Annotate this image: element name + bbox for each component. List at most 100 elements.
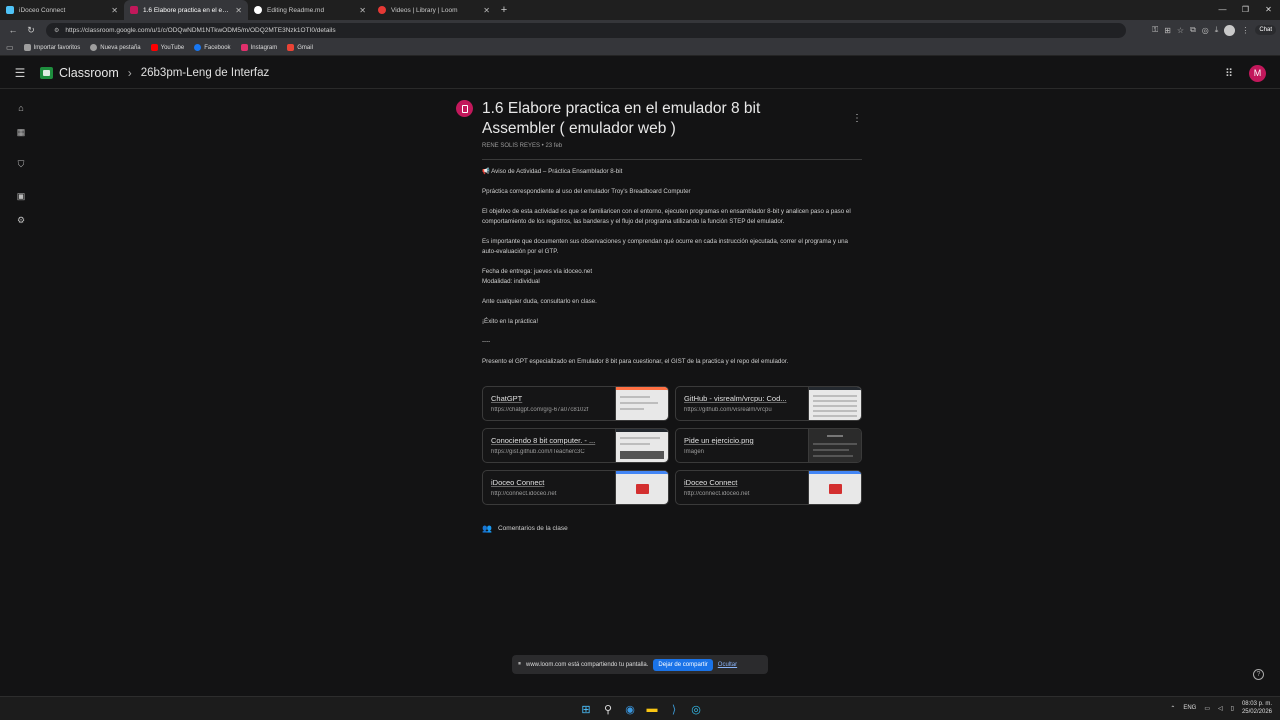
minimize-icon[interactable]: — — [1211, 0, 1234, 20]
assignment-meta: RENE SOLIS REYES • 23 feb — [482, 143, 563, 149]
attachment-title: iDoceo Connect — [684, 478, 738, 487]
tab-title: iDoceo Connect — [19, 6, 66, 14]
attachment-title: Conociendo 8 bit computer. - ... — [491, 436, 596, 445]
main-menu-icon[interactable]: ☰ — [0, 66, 40, 80]
attachment-thumbnail — [615, 471, 668, 504]
language-indicator[interactable]: ENG — [1183, 705, 1196, 711]
attachment-thumbnail — [615, 387, 668, 420]
attachment-card[interactable]: Pide un ejercicio.png Imagen — [675, 428, 862, 463]
app-name[interactable]: Classroom — [59, 66, 119, 80]
reload-icon[interactable]: ↻ — [22, 25, 40, 36]
bookmark-star-icon[interactable]: ☆ — [1177, 26, 1184, 35]
attachment-subtitle: http://connect.idoceo.net — [491, 491, 557, 497]
window-controls: — ❐ ✕ — [1211, 0, 1280, 20]
file-explorer-icon[interactable]: ▬ — [644, 701, 660, 717]
site-info-icon[interactable]: ⚙ — [54, 27, 59, 34]
description-heading: 📢 Aviso de Actividad – Práctica Ensambla… — [482, 168, 623, 175]
tab-loom[interactable]: Videos | Library | Loom ✕ — [372, 0, 496, 20]
close-tab-icon[interactable]: ✕ — [235, 6, 242, 15]
settings-icon[interactable]: ⚙ — [15, 214, 27, 226]
close-tab-icon[interactable]: ✕ — [483, 6, 490, 15]
attachment-thumbnail — [615, 429, 668, 462]
folder-icon — [23, 44, 31, 51]
hide-button[interactable]: Ocultar — [718, 662, 737, 668]
windows-start-icon[interactable]: ⊞ — [578, 701, 594, 717]
tab-search-icon[interactable]: ▭ — [6, 43, 14, 52]
attachment-card[interactable]: ChatGPT https://chatgpt.com/g/g-67a07c81… — [482, 386, 669, 421]
close-tab-icon[interactable]: ✕ — [359, 6, 366, 15]
bookmark-import[interactable]: Importar favoritos — [23, 44, 81, 51]
copilot-icon[interactable]: ◎ — [1202, 26, 1209, 35]
restore-icon[interactable]: ❐ — [1234, 0, 1257, 20]
description-paragraph: Es importante que documenten sus observa… — [482, 238, 848, 255]
attachment-card[interactable]: GitHub - visrealm/vrcpu: Cod... https://… — [675, 386, 862, 421]
install-icon[interactable]: ⊞ — [1164, 26, 1171, 35]
stop-sharing-button[interactable]: Dejar de compartir — [653, 658, 713, 671]
profile-avatar[interactable] — [1224, 24, 1236, 36]
back-icon[interactable]: ← — [4, 25, 22, 35]
browser-icon[interactable]: ◎ — [688, 701, 704, 717]
bookmark-instagram[interactable]: Instagram — [240, 44, 278, 51]
bookmark-label: Importar favoritos — [33, 44, 81, 51]
key-icon[interactable]: ⚿ — [1152, 25, 1158, 35]
tab-title: 1.6 Elabore practica en el emulado — [143, 6, 232, 14]
more-options-icon[interactable]: ⋮ — [852, 113, 862, 124]
chevron-right-icon: › — [127, 65, 132, 80]
bookmark-label: Facebook — [204, 44, 231, 51]
enrolled-icon[interactable]: ⛉ — [15, 158, 27, 170]
url-text: https://classroom.google.com/u/1/c/ODQwN… — [65, 26, 336, 34]
clock[interactable]: 08:03 p. m. 25/02/2026 — [1242, 700, 1272, 716]
bookmark-facebook[interactable]: Facebook — [194, 44, 231, 51]
help-icon[interactable]: ? — [1253, 669, 1264, 680]
bookmark-label: YouTube — [160, 44, 185, 51]
attachment-subtitle: https://gist.github.com/ITeacherc3C — [491, 449, 585, 455]
new-tab-icon[interactable]: + — [496, 0, 512, 20]
bookmark-youtube[interactable]: YouTube — [150, 44, 185, 51]
calendar-icon[interactable]: ▦ — [15, 126, 27, 138]
bookmark-gmail[interactable]: Gmail — [287, 44, 313, 51]
attachment-card[interactable]: iDoceo Connect http://connect.idoceo.net — [482, 470, 669, 505]
attachment-title: iDoceo Connect — [491, 478, 545, 487]
description-paragraph: Ante cualquier duda, consultarlo en clas… — [482, 298, 597, 305]
edge-icon[interactable]: ◉ — [622, 701, 638, 717]
tab-classroom[interactable]: 1.6 Elabore practica en el emulado ✕ — [124, 0, 248, 20]
url-field[interactable]: ⚙ https://classroom.google.com/u/1/c/ODQ… — [46, 22, 1126, 38]
network-icon[interactable]: ▭ — [1204, 705, 1210, 712]
assignment-description: 📢 Aviso de Actividad – Práctica Ensambla… — [482, 167, 862, 367]
archive-icon[interactable]: ▣ — [15, 190, 27, 202]
github-favicon-icon — [254, 6, 262, 14]
vscode-icon[interactable]: ⟩ — [666, 701, 682, 717]
battery-icon[interactable]: ▯ — [1231, 705, 1234, 712]
tab-github[interactable]: Editing Readme.md ✕ — [248, 0, 372, 20]
course-breadcrumb[interactable]: 26b3pm-Leng de Interfaz — [141, 67, 270, 79]
tab-idoceo[interactable]: iDoceo Connect ✕ — [0, 0, 124, 20]
download-icon[interactable]: ⤓ — [1215, 25, 1219, 35]
gmail-icon — [287, 44, 295, 51]
tab-title: Videos | Library | Loom — [391, 6, 458, 14]
attachment-thumbnail — [808, 471, 861, 504]
page-title: 1.6 Elabore practica en el emulador 8 bi… — [482, 100, 761, 137]
clock-date: 25/02/2026 — [1241, 709, 1272, 715]
menu-icon[interactable]: ⋮ — [1241, 26, 1249, 35]
attachment-subtitle: https://chatgpt.com/g/g-67a07c8102f — [491, 407, 589, 413]
home-icon[interactable]: ⌂ — [15, 102, 27, 114]
extensions-icon[interactable]: ⧉ — [1190, 25, 1196, 35]
avatar[interactable]: M — [1249, 64, 1266, 82]
close-tab-icon[interactable]: ✕ — [111, 6, 118, 15]
attachment-thumbnail — [808, 387, 861, 420]
chevron-up-icon[interactable]: ⌃ — [1170, 705, 1175, 712]
volume-icon[interactable]: ◁ — [1218, 705, 1223, 712]
class-comments-link[interactable]: 👥 Comentarios de la clase — [482, 524, 568, 533]
left-nav-rail: ⌂ ▦ ⛉ ▣ ⚙ — [0, 90, 40, 694]
search-icon[interactable]: ⚲ — [600, 701, 616, 717]
browser-tab-strip: iDoceo Connect ✕ 1.6 Elabore practica en… — [0, 0, 1280, 20]
classroom-logo-icon[interactable] — [40, 66, 53, 79]
os-taskbar: ⊞ ⚲ ◉ ▬ ⟩ ◎ ⌃ ENG ▭ ◁ ▯ 08:03 p. m. 25/0… — [0, 696, 1280, 720]
bookmark-label: Instagram — [250, 44, 278, 51]
apps-grid-icon[interactable]: ⠿ — [1225, 67, 1233, 80]
bookmark-new-tab[interactable]: Nueva pestaña — [90, 44, 141, 51]
attachment-card[interactable]: Conociendo 8 bit computer. - ... https:/… — [482, 428, 669, 463]
chat-button[interactable]: Chat — [1255, 25, 1276, 35]
attachment-card[interactable]: iDoceo Connect http://connect.idoceo.net — [675, 470, 862, 505]
close-window-icon[interactable]: ✕ — [1257, 0, 1280, 20]
